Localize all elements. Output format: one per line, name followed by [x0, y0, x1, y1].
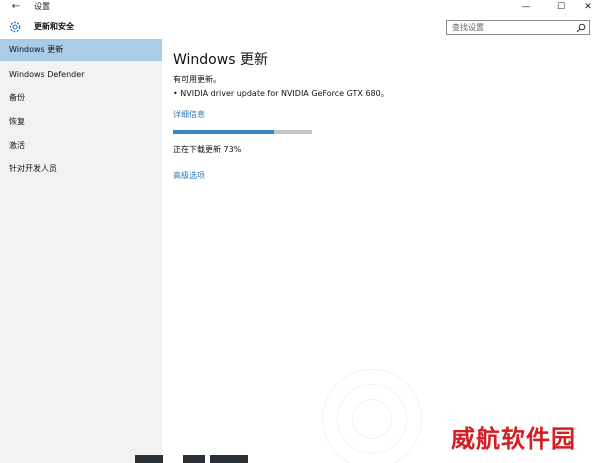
- update-item: • NVIDIA driver update for NVIDIA GeForc…: [173, 89, 389, 98]
- maximize-button[interactable]: ☐: [548, 0, 574, 15]
- close-button[interactable]: ✕: [575, 0, 600, 15]
- page-title: Windows 更新: [173, 52, 268, 68]
- window-title: 设置: [34, 2, 50, 11]
- search-box[interactable]: 查找设置: [446, 20, 590, 35]
- sidebar-item-backup[interactable]: 备份: [0, 87, 162, 109]
- title-bar: ← 设置 — ☐ ✕: [0, 0, 600, 15]
- search-input[interactable]: 查找设置: [452, 22, 484, 34]
- section-title: 更新和安全: [34, 22, 74, 31]
- sidebar-item-windows-defender[interactable]: Windows Defender: [0, 64, 162, 86]
- sidebar-item-recovery[interactable]: 恢复: [0, 111, 162, 133]
- advanced-options-link[interactable]: 高级选项: [173, 170, 205, 182]
- back-arrow-icon[interactable]: ←: [10, 1, 22, 13]
- download-status: 正在下载更新 73%: [173, 145, 242, 154]
- main-panel: Windows 更新 有可用更新。 • NVIDIA driver update…: [162, 39, 600, 463]
- gear-icon: [9, 21, 21, 33]
- download-progress-bar: [173, 130, 312, 134]
- minimize-button[interactable]: —: [513, 0, 539, 15]
- sidebar-item-windows-update[interactable]: Windows 更新: [0, 39, 162, 61]
- sidebar-item-activation[interactable]: 激活: [0, 135, 162, 157]
- sidebar-item-for-developers[interactable]: 针对开发人员: [0, 158, 162, 180]
- sidebar: Windows 更新 Windows Defender 备份 恢复 激活 针对开…: [0, 39, 162, 463]
- settings-header: 更新和安全 查找设置: [0, 15, 600, 39]
- search-icon[interactable]: [576, 23, 586, 33]
- download-progress-fill: [173, 130, 275, 134]
- taskbar-thumbnail: [183, 455, 205, 463]
- details-link[interactable]: 详细信息: [173, 109, 205, 121]
- taskbar-thumbnail: [135, 455, 163, 463]
- watermark-logo: 威航软件园: [451, 424, 576, 453]
- decorative-ring: [352, 399, 392, 439]
- available-updates-text: 有可用更新。: [173, 75, 221, 84]
- taskbar-thumbnail: [210, 455, 248, 463]
